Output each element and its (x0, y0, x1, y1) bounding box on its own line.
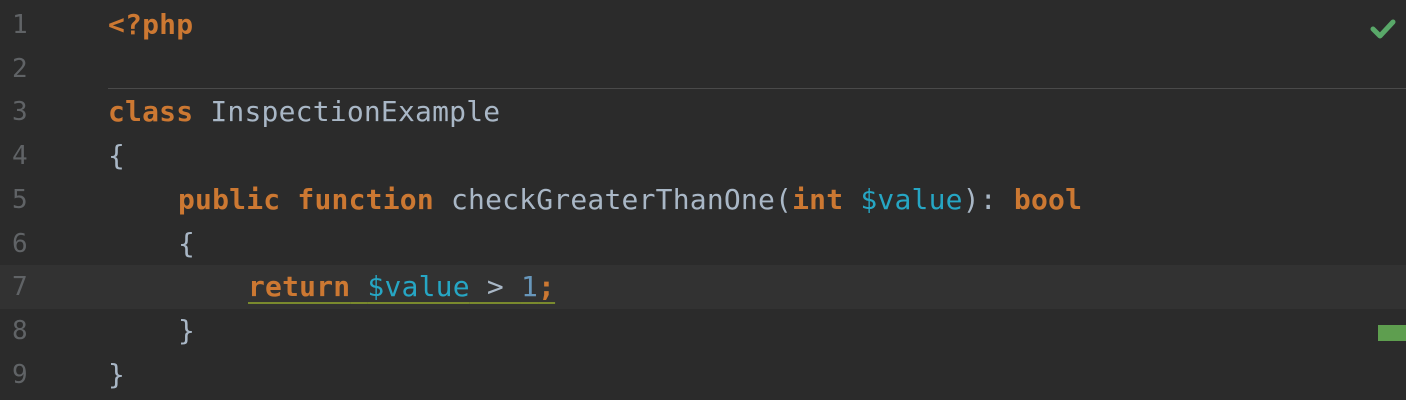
code-editor[interactable]: 1 <?php 2 3 class InspectionExample 4 { … (0, 0, 1406, 400)
line-number: 9 (12, 360, 28, 390)
line-number: 2 (12, 54, 28, 84)
open-brace: { (178, 227, 196, 260)
operator-greater-than: > (469, 270, 521, 303)
return-type-bool: bool (1013, 183, 1083, 216)
line-number: 6 (12, 229, 28, 259)
code-text: { (108, 134, 125, 178)
code-line[interactable]: 4 { (0, 134, 1406, 178)
php-open-tag: <?php (108, 8, 194, 41)
keyword-public: public (178, 183, 281, 216)
code-text: <?php (108, 3, 193, 47)
number-literal: 1 (520, 270, 539, 303)
variable-value: $value (367, 270, 470, 303)
code-line[interactable]: 6 { (0, 222, 1406, 266)
method-name: checkGreaterThanOne (450, 183, 776, 216)
type-int: int (792, 183, 844, 216)
inspection-highlight[interactable]: return $value > 1; (248, 265, 555, 309)
code-line-current[interactable]: 7 return $value > 1; (0, 265, 1406, 309)
keyword-class: class (108, 95, 194, 128)
close-brace: } (178, 314, 196, 347)
keyword-function: function (297, 183, 434, 216)
close-paren-colon: ): (962, 183, 1014, 216)
line-number: 3 (12, 97, 28, 127)
line-number: 8 (12, 316, 28, 346)
line-number: 5 (12, 185, 28, 215)
line-number: 7 (12, 272, 28, 302)
code-text: } (178, 309, 195, 353)
open-paren: ( (775, 183, 793, 216)
code-text: class InspectionExample (108, 90, 500, 134)
scrollbar-change-marker[interactable] (1378, 325, 1406, 341)
code-line[interactable]: 9 } (0, 353, 1406, 397)
code-text: } (108, 353, 125, 397)
line-number: 1 (12, 10, 28, 40)
checkmark-icon[interactable] (1368, 14, 1398, 44)
line-number: 4 (12, 141, 28, 171)
keyword-return: return (248, 270, 351, 303)
open-brace: { (108, 139, 126, 172)
code-text: public function checkGreaterThanOne(int … (178, 178, 1082, 222)
code-line[interactable]: 5 public function checkGreaterThanOne(in… (0, 178, 1406, 222)
semicolon: ; (538, 270, 556, 303)
code-text: { (178, 222, 195, 266)
code-line[interactable]: 8 } (0, 309, 1406, 353)
code-line[interactable]: 3 class InspectionExample (0, 90, 1406, 134)
class-name: InspectionExample (210, 95, 501, 128)
parameter-value: $value (860, 183, 963, 216)
method-separator (108, 88, 1406, 89)
code-line[interactable]: 1 <?php (0, 3, 1406, 47)
close-brace: } (108, 358, 126, 391)
code-line[interactable]: 2 (0, 47, 1406, 91)
